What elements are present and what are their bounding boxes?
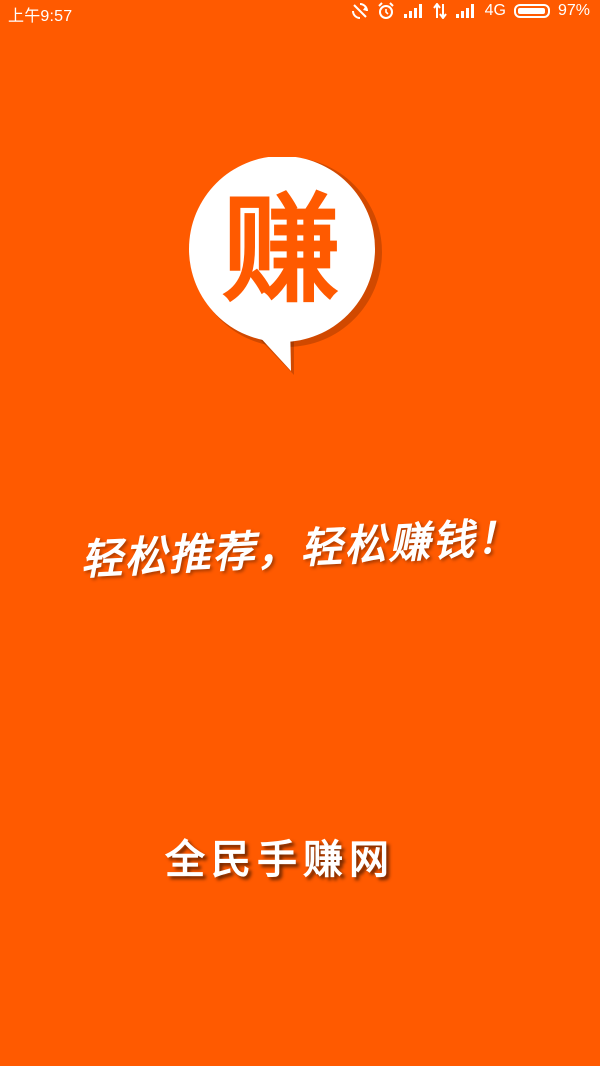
slogan: 轻松推荐，轻松赚钱！ xyxy=(79,512,522,585)
status-time: 上午9:57 xyxy=(8,8,73,25)
logo-character: 赚 xyxy=(221,181,340,319)
brand-name: 全民手赚网 xyxy=(165,836,395,883)
status-icons: 4G 97% xyxy=(351,1,590,21)
battery-fill xyxy=(517,8,545,14)
app-logo: 赚 xyxy=(186,157,396,377)
status-bar: 上午9:57 4G 97% xyxy=(0,0,600,25)
battery-icon xyxy=(513,4,550,18)
battery-percent: 97% xyxy=(557,2,590,19)
signal-icon xyxy=(403,3,425,19)
network-type: 4G xyxy=(484,2,506,19)
data-arrows-icon xyxy=(432,3,447,19)
signal-icon xyxy=(455,3,477,19)
sync-off-icon xyxy=(351,2,369,20)
alarm-icon xyxy=(377,2,395,20)
